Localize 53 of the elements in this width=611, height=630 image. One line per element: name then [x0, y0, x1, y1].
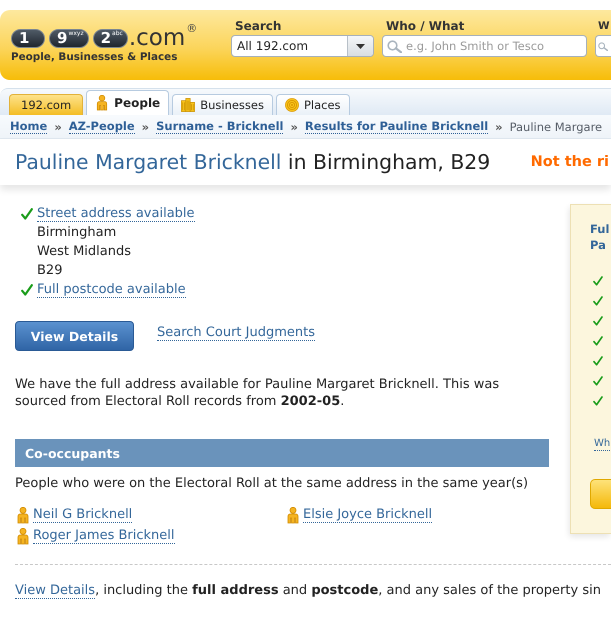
- details-sentence: View Details, including the full address and postcode, and any sales of the property sin: [15, 582, 602, 599]
- logo-tagline: People, Businesses & Places: [11, 51, 178, 63]
- sidebar-link[interactable]: Wh: [594, 437, 610, 451]
- search-icon: [598, 42, 608, 50]
- tab[interactable]: Businesses: [172, 94, 273, 115]
- breadcrumb-link[interactable]: Surname - Bricknell: [156, 120, 284, 134]
- view-details-link[interactable]: View Details: [15, 583, 96, 599]
- court-judgments-link[interactable]: Search Court Judgments: [157, 325, 315, 341]
- sidebar-heading: Pa: [590, 237, 607, 253]
- person-link[interactable]: Neil G Bricknell: [33, 507, 132, 523]
- search-label: Search: [234, 18, 282, 35]
- search-label: W: [597, 19, 611, 34]
- person-icon: [17, 528, 29, 544]
- target-icon: [284, 97, 299, 113]
- person-icon: [287, 506, 299, 524]
- tab[interactable]: Places: [276, 94, 350, 115]
- person-icon: [17, 506, 29, 524]
- buildings-icon: [181, 97, 196, 113]
- breadcrumb-separator: »: [54, 120, 62, 134]
- search-dropdown[interactable]: All 192.com: [231, 35, 374, 57]
- address-status-link[interactable]: Street address available: [37, 206, 195, 222]
- registered-mark: ®: [186, 22, 198, 35]
- breadcrumb-link[interactable]: Home: [10, 120, 48, 134]
- person-link[interactable]: Roger James Bricknell: [33, 528, 175, 544]
- breadcrumb-link[interactable]: AZ-People: [68, 120, 135, 134]
- search-label: Who / What: [385, 18, 466, 35]
- section-intro: People who were on the Electoral Roll at the same address in the same year(s): [15, 475, 530, 492]
- address-status-link[interactable]: Full postcode available: [37, 282, 186, 298]
- address-line: Birmingham: [37, 225, 116, 240]
- search-input[interactable]: e.g. John Smith or Tesco: [382, 35, 587, 57]
- sidebar-heading: Ful: [590, 221, 610, 237]
- breadcrumb-link[interactable]: Results for Pauline Bricknell: [304, 120, 488, 134]
- address-line: West Midlands: [37, 244, 132, 259]
- summary-text: We have the full address available for Pauline Margaret Bricknell. This was sourced from Electoral Roll records from 2002-05.: [15, 376, 500, 410]
- logo-key: 1: [11, 29, 45, 48]
- search-icon: [387, 40, 402, 52]
- wrong-person-notice: Not the ri: [530, 154, 609, 170]
- address-line: B29: [37, 263, 62, 278]
- breadcrumb-current: Pauline Margare: [510, 120, 602, 134]
- caret-icon: [356, 44, 365, 48]
- page-title: Pauline Margaret Bricknell in Birmingham, B29: [15, 150, 490, 174]
- tab[interactable]: 192.com: [9, 94, 84, 115]
- breadcrumb-separator: »: [495, 120, 503, 134]
- person-link[interactable]: Elsie Joyce Bricknell: [303, 507, 432, 523]
- tab[interactable]: People: [86, 90, 170, 115]
- person-icon: [95, 95, 110, 111]
- breadcrumb-separator: »: [142, 120, 150, 134]
- breadcrumb-separator: »: [290, 120, 298, 134]
- search-input[interactable]: [595, 35, 611, 57]
- sidebar-button[interactable]: [590, 479, 611, 509]
- logo-domain: .com: [128, 28, 186, 48]
- section-header: Co-occupants: [15, 439, 549, 467]
- view-details-button[interactable]: View Details: [15, 321, 134, 351]
